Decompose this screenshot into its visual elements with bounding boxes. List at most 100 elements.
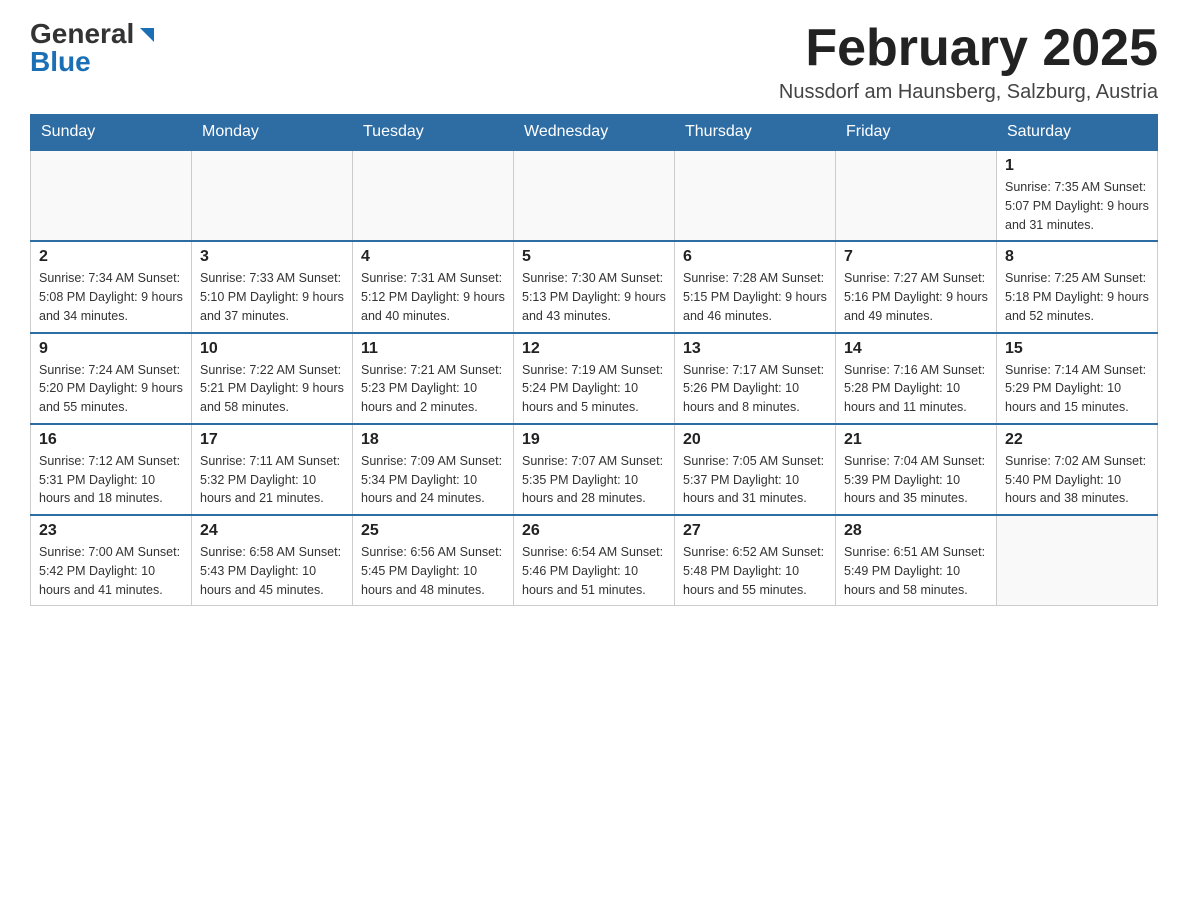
calendar-header-row: SundayMondayTuesdayWednesdayThursdayFrid… — [31, 115, 1158, 151]
calendar-day-cell: 14 Sunrise: 7:16 AM Sunset: 5:28 PM Dayli… — [836, 333, 997, 424]
calendar-day-cell: 2 Sunrise: 7:34 AM Sunset: 5:08 PM Daylig… — [31, 241, 192, 332]
day-info: Sunrise: 7:00 AM Sunset: 5:42 PM Dayligh… — [39, 543, 183, 599]
logo: General Blue — [30, 20, 158, 76]
page-header: General Blue February 2025 Nussdorf am H… — [30, 20, 1158, 104]
day-of-week-header: Tuesday — [353, 115, 514, 151]
day-info: Sunrise: 7:07 AM Sunset: 5:35 PM Dayligh… — [522, 452, 666, 508]
day-number: 3 — [200, 248, 344, 266]
calendar-day-cell: 12 Sunrise: 7:19 AM Sunset: 5:24 PM Dayli… — [514, 333, 675, 424]
calendar-day-cell: 9 Sunrise: 7:24 AM Sunset: 5:20 PM Daylig… — [31, 333, 192, 424]
logo-blue: Blue — [30, 48, 91, 76]
calendar-day-cell: 8 Sunrise: 7:25 AM Sunset: 5:18 PM Daylig… — [997, 241, 1158, 332]
day-info: Sunrise: 7:35 AM Sunset: 5:07 PM Dayligh… — [1005, 178, 1149, 234]
calendar-day-cell — [514, 150, 675, 241]
day-number: 2 — [39, 248, 183, 266]
day-info: Sunrise: 7:09 AM Sunset: 5:34 PM Dayligh… — [361, 452, 505, 508]
day-of-week-header: Friday — [836, 115, 997, 151]
day-number: 12 — [522, 340, 666, 358]
day-info: Sunrise: 7:16 AM Sunset: 5:28 PM Dayligh… — [844, 361, 988, 417]
calendar-week-row: 16 Sunrise: 7:12 AM Sunset: 5:31 PM Dayli… — [31, 424, 1158, 515]
calendar-day-cell: 23Sunrise: 7:00 AM Sunset: 5:42 PM Dayli… — [31, 515, 192, 606]
day-number: 9 — [39, 340, 183, 358]
location-subtitle: Nussdorf am Haunsberg, Salzburg, Austria — [779, 81, 1158, 104]
calendar-day-cell: 16 Sunrise: 7:12 AM Sunset: 5:31 PM Dayli… — [31, 424, 192, 515]
day-info: Sunrise: 7:19 AM Sunset: 5:24 PM Dayligh… — [522, 361, 666, 417]
calendar-week-row: 9 Sunrise: 7:24 AM Sunset: 5:20 PM Daylig… — [31, 333, 1158, 424]
day-info: Sunrise: 6:56 AM Sunset: 5:45 PM Dayligh… — [361, 543, 505, 599]
day-info: Sunrise: 7:31 AM Sunset: 5:12 PM Dayligh… — [361, 269, 505, 325]
day-number: 4 — [361, 248, 505, 266]
day-info: Sunrise: 7:24 AM Sunset: 5:20 PM Dayligh… — [39, 361, 183, 417]
calendar-table: SundayMondayTuesdayWednesdayThursdayFrid… — [30, 114, 1158, 606]
day-info: Sunrise: 7:34 AM Sunset: 5:08 PM Dayligh… — [39, 269, 183, 325]
calendar-day-cell: 26 Sunrise: 6:54 AM Sunset: 5:46 PM Dayli… — [514, 515, 675, 606]
day-number: 1 — [1005, 157, 1149, 175]
day-number: 5 — [522, 248, 666, 266]
day-info: Sunrise: 6:51 AM Sunset: 5:49 PM Dayligh… — [844, 543, 988, 599]
calendar-day-cell — [31, 150, 192, 241]
day-of-week-header: Monday — [192, 115, 353, 151]
day-info: Sunrise: 7:21 AM Sunset: 5:23 PM Dayligh… — [361, 361, 505, 417]
day-info: Sunrise: 7:05 AM Sunset: 5:37 PM Dayligh… — [683, 452, 827, 508]
calendar-day-cell: 24 Sunrise: 6:58 AM Sunset: 5:43 PM Dayli… — [192, 515, 353, 606]
month-title: February 2025 — [779, 20, 1158, 77]
calendar-week-row: 1 Sunrise: 7:35 AM Sunset: 5:07 PM Daylig… — [31, 150, 1158, 241]
day-number: 17 — [200, 431, 344, 449]
calendar-day-cell: 15 Sunrise: 7:14 AM Sunset: 5:29 PM Dayli… — [997, 333, 1158, 424]
day-info: Sunrise: 7:17 AM Sunset: 5:26 PM Dayligh… — [683, 361, 827, 417]
day-info: Sunrise: 7:04 AM Sunset: 5:39 PM Dayligh… — [844, 452, 988, 508]
calendar-day-cell — [353, 150, 514, 241]
calendar-day-cell: 3 Sunrise: 7:33 AM Sunset: 5:10 PM Daylig… — [192, 241, 353, 332]
calendar-day-cell: 4 Sunrise: 7:31 AM Sunset: 5:12 PM Daylig… — [353, 241, 514, 332]
day-number: 6 — [683, 248, 827, 266]
day-info: Sunrise: 6:58 AM Sunset: 5:43 PM Dayligh… — [200, 543, 344, 599]
day-number: 13 — [683, 340, 827, 358]
calendar-day-cell: 11Sunrise: 7:21 AM Sunset: 5:23 PM Dayli… — [353, 333, 514, 424]
day-info: Sunrise: 6:52 AM Sunset: 5:48 PM Dayligh… — [683, 543, 827, 599]
day-of-week-header: Wednesday — [514, 115, 675, 151]
day-info: Sunrise: 7:14 AM Sunset: 5:29 PM Dayligh… — [1005, 361, 1149, 417]
calendar-week-row: 2 Sunrise: 7:34 AM Sunset: 5:08 PM Daylig… — [31, 241, 1158, 332]
day-number: 15 — [1005, 340, 1149, 358]
calendar-day-cell: 21 Sunrise: 7:04 AM Sunset: 5:39 PM Dayli… — [836, 424, 997, 515]
day-info: Sunrise: 7:33 AM Sunset: 5:10 PM Dayligh… — [200, 269, 344, 325]
day-number: 27 — [683, 522, 827, 540]
day-info: Sunrise: 7:28 AM Sunset: 5:15 PM Dayligh… — [683, 269, 827, 325]
calendar-day-cell: 27 Sunrise: 6:52 AM Sunset: 5:48 PM Dayli… — [675, 515, 836, 606]
day-number: 22 — [1005, 431, 1149, 449]
day-number: 10 — [200, 340, 344, 358]
calendar-day-cell: 1 Sunrise: 7:35 AM Sunset: 5:07 PM Daylig… — [997, 150, 1158, 241]
calendar-week-row: 23Sunrise: 7:00 AM Sunset: 5:42 PM Dayli… — [31, 515, 1158, 606]
calendar-day-cell — [836, 150, 997, 241]
calendar-day-cell: 10 Sunrise: 7:22 AM Sunset: 5:21 PM Dayli… — [192, 333, 353, 424]
day-info: Sunrise: 7:30 AM Sunset: 5:13 PM Dayligh… — [522, 269, 666, 325]
calendar-day-cell — [997, 515, 1158, 606]
day-info: Sunrise: 7:11 AM Sunset: 5:32 PM Dayligh… — [200, 452, 344, 508]
day-info: Sunrise: 7:22 AM Sunset: 5:21 PM Dayligh… — [200, 361, 344, 417]
day-number: 26 — [522, 522, 666, 540]
calendar-day-cell — [675, 150, 836, 241]
day-number: 16 — [39, 431, 183, 449]
day-number: 18 — [361, 431, 505, 449]
day-info: Sunrise: 7:12 AM Sunset: 5:31 PM Dayligh… — [39, 452, 183, 508]
day-info: Sunrise: 7:25 AM Sunset: 5:18 PM Dayligh… — [1005, 269, 1149, 325]
day-info: Sunrise: 7:02 AM Sunset: 5:40 PM Dayligh… — [1005, 452, 1149, 508]
day-number: 28 — [844, 522, 988, 540]
day-info: Sunrise: 6:54 AM Sunset: 5:46 PM Dayligh… — [522, 543, 666, 599]
day-of-week-header: Sunday — [31, 115, 192, 151]
calendar-day-cell: 20Sunrise: 7:05 AM Sunset: 5:37 PM Dayli… — [675, 424, 836, 515]
calendar-day-cell: 5 Sunrise: 7:30 AM Sunset: 5:13 PM Daylig… — [514, 241, 675, 332]
day-number: 21 — [844, 431, 988, 449]
calendar-day-cell: 7Sunrise: 7:27 AM Sunset: 5:16 PM Daylig… — [836, 241, 997, 332]
day-number: 25 — [361, 522, 505, 540]
calendar-day-cell: 19Sunrise: 7:07 AM Sunset: 5:35 PM Dayli… — [514, 424, 675, 515]
logo-arrow-icon — [136, 24, 158, 46]
day-number: 24 — [200, 522, 344, 540]
day-number: 14 — [844, 340, 988, 358]
calendar-day-cell: 6 Sunrise: 7:28 AM Sunset: 5:15 PM Daylig… — [675, 241, 836, 332]
day-number: 8 — [1005, 248, 1149, 266]
calendar-day-cell: 28 Sunrise: 6:51 AM Sunset: 5:49 PM Dayli… — [836, 515, 997, 606]
day-of-week-header: Saturday — [997, 115, 1158, 151]
calendar-day-cell: 25 Sunrise: 6:56 AM Sunset: 5:45 PM Dayli… — [353, 515, 514, 606]
day-info: Sunrise: 7:27 AM Sunset: 5:16 PM Dayligh… — [844, 269, 988, 325]
